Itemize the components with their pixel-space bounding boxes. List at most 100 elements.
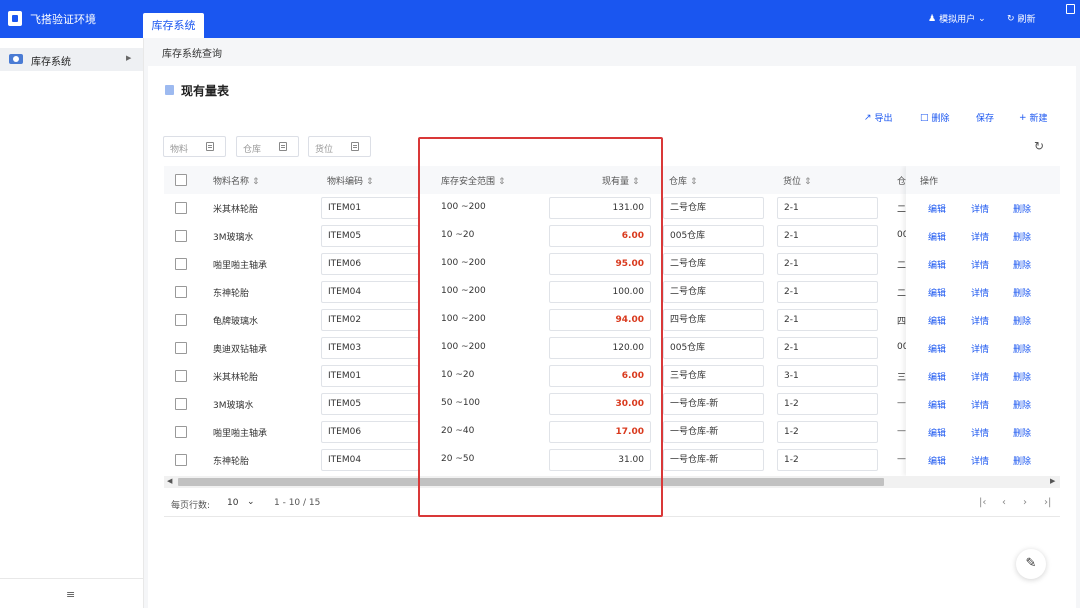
material-code-field[interactable]: ITEM01 [321,365,419,387]
delete-link[interactable]: 删除 [1013,258,1031,271]
location-field[interactable]: 2-1 [777,309,878,331]
row-checkbox[interactable] [175,202,187,214]
warehouse-field[interactable]: 二号仓库 [663,281,764,303]
edit-link[interactable]: 编辑 [928,426,946,439]
material-code-field[interactable]: ITEM01 [321,197,419,219]
detail-link[interactable]: 详情 [971,230,989,243]
chevron-down-icon[interactable]: ⌄ [247,497,255,507]
material-code-field[interactable]: ITEM04 [321,281,419,303]
column-header-location[interactable]: 货位 ⇕ [783,174,812,187]
detail-link[interactable]: 详情 [971,426,989,439]
material-code-field[interactable]: ITEM05 [321,393,419,415]
location-field[interactable]: 1-2 [777,421,878,443]
delete-link[interactable]: 删除 [1013,202,1031,215]
export-button[interactable]: ↗ 导出 [864,111,893,125]
location-field[interactable]: 1-2 [777,449,878,471]
warehouse-field[interactable]: 005仓库 [663,337,764,359]
material-filter[interactable]: 物料 [163,136,226,157]
sidebar-item-inventory-system[interactable]: 库存系统 ▶ [0,48,143,71]
delete-button[interactable]: □ 删除 [920,111,950,125]
select-all-checkbox[interactable] [175,174,187,186]
delete-link[interactable]: 删除 [1013,426,1031,439]
scroll-right-icon[interactable]: ▶ [1050,477,1055,485]
location-field[interactable]: 2-1 [777,197,878,219]
scroll-left-icon[interactable]: ◀ [167,477,172,485]
edit-link[interactable]: 编辑 [928,454,946,467]
row-checkbox[interactable] [175,370,187,382]
edit-fab-button[interactable]: ✎ [1016,549,1046,579]
warehouse-field[interactable]: 005仓库 [663,225,764,247]
detail-link[interactable]: 详情 [971,314,989,327]
detail-link[interactable]: 详情 [971,454,989,467]
row-checkbox[interactable] [175,398,187,410]
column-header-extra[interactable]: 仓 [897,174,906,187]
delete-link[interactable]: 删除 [1013,314,1031,327]
prev-page-icon[interactable]: ‹ [1002,497,1006,508]
delete-link[interactable]: 删除 [1013,370,1031,383]
tab-inventory-system[interactable]: 库存系统 [143,13,204,38]
user-menu[interactable]: ♟ 模拟用户 ⌄ [928,12,986,26]
save-button[interactable]: 保存 [976,111,994,124]
column-header-code[interactable]: 物料编码 ⇕ [327,174,374,187]
edit-link[interactable]: 编辑 [928,342,946,355]
first-page-icon[interactable]: |‹ [979,497,986,508]
location-field[interactable]: 2-1 [777,225,878,247]
delete-link[interactable]: 删除 [1013,398,1031,411]
row-checkbox[interactable] [175,286,187,298]
detail-link[interactable]: 详情 [971,370,989,383]
reload-icon[interactable]: ↻ [1034,139,1044,153]
row-checkbox[interactable] [175,230,187,242]
warehouse-field[interactable]: 三号仓库 [663,365,764,387]
row-checkbox[interactable] [175,426,187,438]
edit-link[interactable]: 编辑 [928,398,946,411]
material-code-field[interactable]: ITEM05 [321,225,419,247]
collapse-sidebar-icon[interactable]: ≡ [66,588,75,601]
location-field[interactable]: 2-1 [777,253,878,275]
delete-link[interactable]: 删除 [1013,342,1031,355]
column-header-warehouse[interactable]: 仓库 ⇕ [669,174,698,187]
page-size-select[interactable]: 10 [227,498,238,508]
row-checkbox[interactable] [175,314,187,326]
edit-link[interactable]: 编辑 [928,370,946,383]
warehouse-field[interactable]: 二号仓库 [663,197,764,219]
warehouse-field[interactable]: 一号仓库-新 [663,449,764,471]
edit-link[interactable]: 编辑 [928,314,946,327]
material-code-field[interactable]: ITEM06 [321,421,419,443]
warehouse-filter[interactable]: 仓库 [236,136,299,157]
last-page-icon[interactable]: ›| [1044,497,1051,508]
location-filter[interactable]: 货位 [308,136,371,157]
next-page-icon[interactable]: › [1023,497,1027,508]
edit-link[interactable]: 编辑 [928,230,946,243]
warehouse-field[interactable]: 四号仓库 [663,309,764,331]
detail-link[interactable]: 详情 [971,342,989,355]
row-checkbox[interactable] [175,454,187,466]
edit-link[interactable]: 编辑 [928,286,946,299]
location-field[interactable]: 2-1 [777,337,878,359]
material-code-field[interactable]: ITEM04 [321,449,419,471]
location-field[interactable]: 1-2 [777,393,878,415]
delete-link[interactable]: 删除 [1013,454,1031,467]
location-field[interactable]: 3-1 [777,365,878,387]
sort-icon: ⇕ [366,177,374,187]
delete-link[interactable]: 删除 [1013,286,1031,299]
detail-link[interactable]: 详情 [971,286,989,299]
new-button[interactable]: + 新建 [1019,111,1048,125]
detail-link[interactable]: 详情 [971,202,989,215]
material-code-field[interactable]: ITEM03 [321,337,419,359]
edit-link[interactable]: 编辑 [928,202,946,215]
material-code-field[interactable]: ITEM06 [321,253,419,275]
warehouse-field[interactable]: 一号仓库-新 [663,393,764,415]
row-checkbox[interactable] [175,342,187,354]
detail-link[interactable]: 详情 [971,258,989,271]
detail-link[interactable]: 详情 [971,398,989,411]
edit-link[interactable]: 编辑 [928,258,946,271]
location-field[interactable]: 2-1 [777,281,878,303]
refresh-button[interactable]: ↻ 刷新 [1007,12,1036,26]
warehouse-field[interactable]: 二号仓库 [663,253,764,275]
delete-link[interactable]: 删除 [1013,230,1031,243]
window-icon[interactable] [1066,4,1075,14]
column-header-name[interactable]: 物料名称 ⇕ [213,174,260,187]
material-code-field[interactable]: ITEM02 [321,309,419,331]
warehouse-field[interactable]: 一号仓库-新 [663,421,764,443]
row-checkbox[interactable] [175,258,187,270]
